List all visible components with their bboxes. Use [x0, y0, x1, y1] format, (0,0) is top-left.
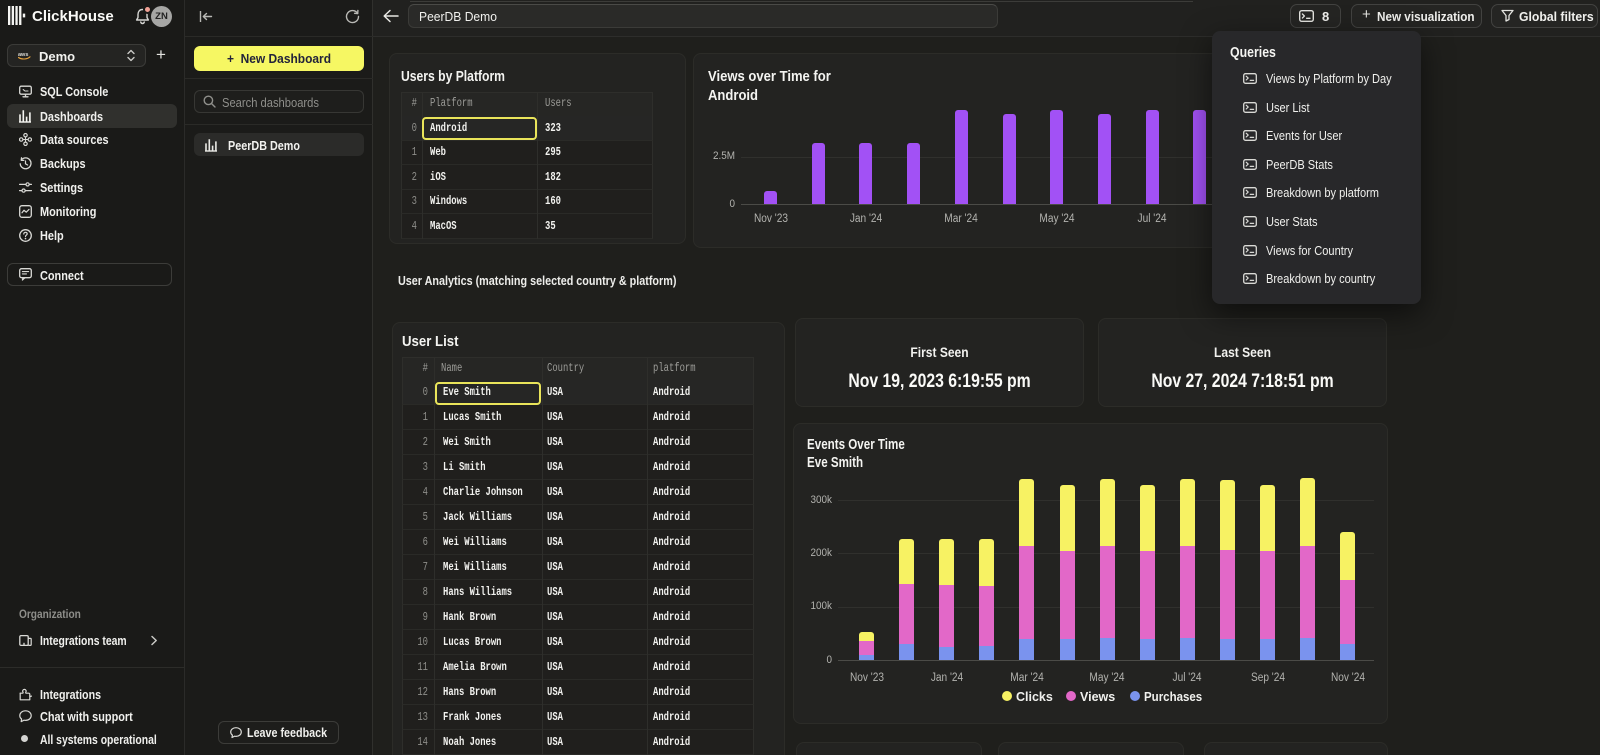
svg-text:aws: aws: [18, 52, 28, 58]
